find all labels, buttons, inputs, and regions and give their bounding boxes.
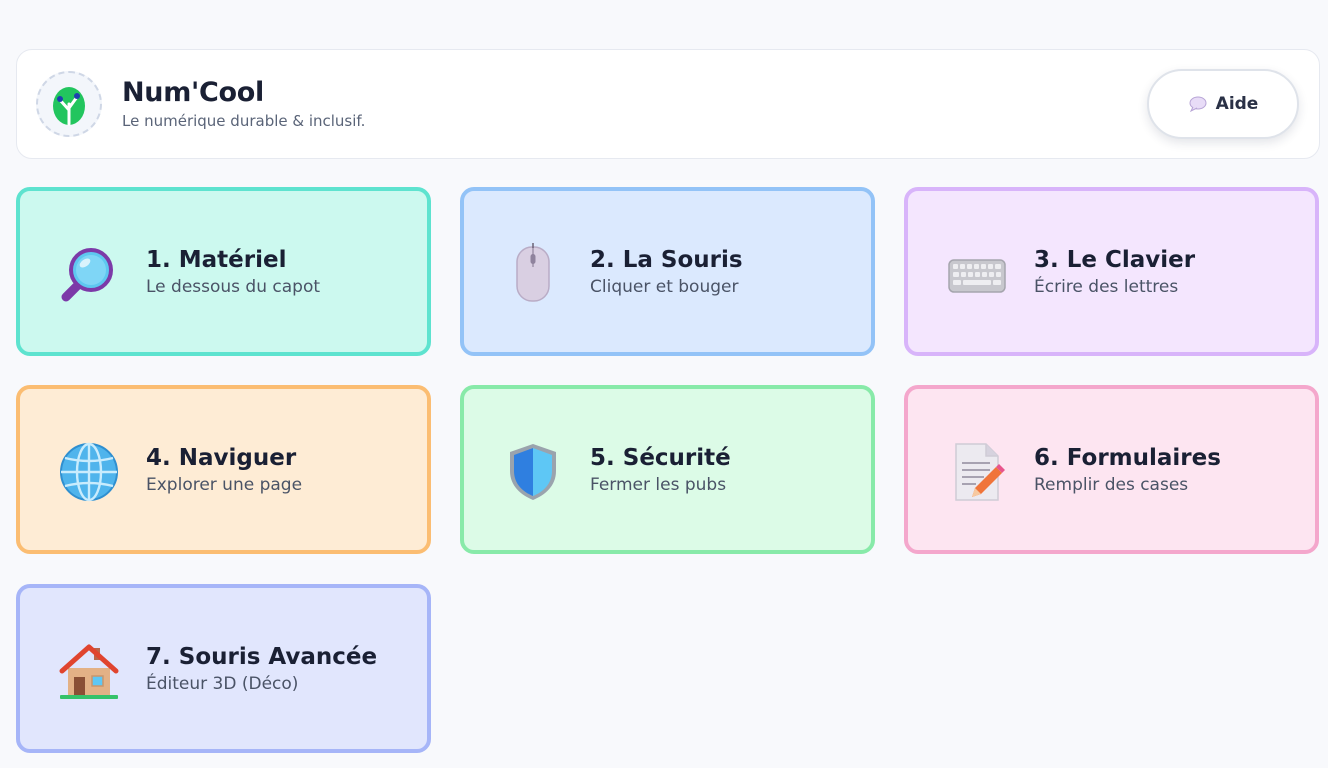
module-subtitle: Remplir des cases (1034, 475, 1189, 495)
help-button[interactable]: Aide (1147, 69, 1299, 139)
brand: Num'Cool Le numérique durable & inclusif… (122, 76, 365, 131)
house-icon (58, 640, 120, 702)
module-card-clavier[interactable]: 3. Le Clavier Écrire des lettres (904, 187, 1319, 356)
module-subtitle: Fermer les pubs (590, 475, 727, 495)
form-icon (946, 441, 1008, 503)
module-card-materiel[interactable]: 1. Matériel Le dessous du capot (16, 187, 431, 356)
shield-icon (502, 441, 564, 503)
speech-bubble-icon (1189, 96, 1207, 112)
help-button-label: Aide (1215, 94, 1259, 114)
module-card-naviguer[interactable]: 4. Naviguer Explorer une page (16, 385, 431, 554)
module-card-souris[interactable]: 2. La Souris Cliquer et bouger (460, 187, 875, 356)
module-subtitle: Cliquer et bouger (590, 277, 739, 297)
app-title: Num'Cool (122, 77, 264, 108)
mouse-icon (502, 243, 564, 305)
module-card-securite[interactable]: 5. Sécurité Fermer les pubs (460, 385, 875, 554)
module-title: 6. Formulaires (1034, 445, 1221, 471)
app-subtitle: Le numérique durable & inclusif. (122, 112, 366, 130)
module-subtitle: Le dessous du capot (146, 277, 321, 297)
module-title: 3. Le Clavier (1034, 247, 1196, 273)
module-title: 2. La Souris (590, 247, 743, 273)
module-subtitle: Écrire des lettres (1034, 277, 1179, 297)
globe-icon (58, 441, 120, 503)
magnifier-icon (58, 243, 120, 305)
logo (36, 71, 102, 137)
app-header: Num'Cool Le numérique durable & inclusif… (16, 49, 1320, 159)
keyboard-icon (946, 243, 1008, 305)
module-title: 4. Naviguer (146, 445, 297, 471)
module-card-souris-avancee[interactable]: 7. Souris Avancée Éditeur 3D (Déco) (16, 584, 431, 753)
module-subtitle: Éditeur 3D (Déco) (146, 674, 299, 694)
module-card-formulaires[interactable]: 6. Formulaires Remplir des cases (904, 385, 1319, 554)
module-title: 5. Sécurité (590, 445, 731, 471)
leaf-logo-icon (53, 87, 85, 126)
module-subtitle: Explorer une page (146, 475, 303, 495)
module-title: 1. Matériel (146, 247, 287, 273)
module-title: 7. Souris Avancée (146, 644, 378, 670)
